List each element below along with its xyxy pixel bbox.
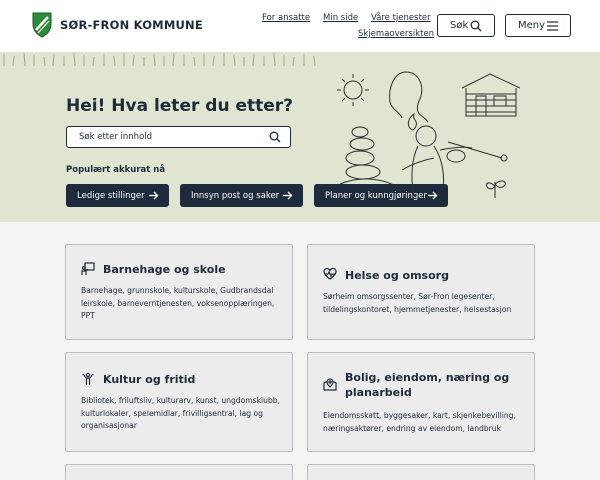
map-location-icon — [323, 378, 337, 391]
card-title: Bolig, eiendom, næring og planarbeid — [345, 371, 510, 399]
search-button-label: Søk — [450, 20, 469, 31]
hero-illustration — [337, 71, 520, 198]
category-card-helse[interactable]: Helse og omsorg Sørheim omsorgssenter, S… — [307, 244, 535, 340]
sun-icon — [337, 74, 369, 106]
flame-icon — [407, 112, 417, 131]
category-card-partial[interactable] — [65, 464, 293, 480]
logo-text: SØR-FRON KOMMUNE — [60, 18, 203, 32]
grass-decoration-icon — [3, 52, 316, 67]
card-description: Bibliotek, friluftsliv, kulturarv, kunst… — [81, 396, 281, 430]
card-title: Kultur og fritid — [103, 373, 196, 386]
quick-link-label: Innsyn post og saker — [191, 190, 280, 201]
hero-search-box[interactable] — [66, 126, 291, 148]
site-header: SØR-FRON KOMMUNE For ansatte Min side Vå… — [0, 0, 600, 52]
link-for-ansatte[interactable]: For ansatte — [262, 13, 310, 23]
search-button[interactable]: Søk — [437, 14, 495, 37]
category-card-barnehage[interactable]: Barnehage og skole Barnehage, grunnskole… — [65, 244, 293, 340]
cabin-icon — [461, 73, 520, 117]
link-vare-tjenester[interactable]: Våre tjenester — [371, 13, 431, 23]
violinist-icon — [401, 125, 508, 197]
link-min-side[interactable]: Min side — [323, 13, 358, 23]
card-description: Sørheim omsorgssenter, Sør-Fron legesent… — [323, 292, 512, 314]
hero-section: Hei! Hva leter du etter? Populært akkura… — [0, 52, 600, 222]
sprout-icon — [485, 180, 506, 198]
hamburger-icon — [547, 21, 558, 31]
card-description: Barnehage, grunnskole, kulturskole, Gudb… — [81, 286, 275, 320]
quick-link-ledige-stillinger[interactable]: Ledige stillinger — [66, 184, 169, 207]
link-skjemaoversikten[interactable]: Skjemaoversikten — [358, 29, 434, 39]
category-card-bolig[interactable]: Bolig, eiendom, næring og planarbeid Eie… — [307, 352, 535, 452]
hero-search-input[interactable] — [79, 130, 259, 144]
arrow-right-icon — [283, 191, 293, 200]
category-card-kultur[interactable]: Kultur og fritid Bibliotek, friluftsliv,… — [65, 352, 293, 452]
classroom-icon — [81, 262, 95, 275]
card-description: Eiendomsskatt, byggesaker, kart, skjenke… — [323, 411, 516, 433]
stone-stack-icon — [339, 126, 397, 187]
card-title: Helse og omsorg — [345, 269, 449, 282]
arrow-right-icon — [149, 191, 159, 200]
site-logo[interactable]: SØR-FRON KOMMUNE — [32, 12, 203, 38]
quick-link-label: Ledige stillinger — [77, 190, 145, 201]
card-title: Barnehage og skole — [103, 263, 226, 276]
menu-button[interactable]: Meny — [505, 14, 571, 37]
search-icon — [470, 20, 482, 32]
menu-button-label: Meny — [518, 20, 546, 31]
popular-heading: Populært akkurat nå — [66, 165, 166, 175]
person-celebrate-icon — [82, 372, 94, 385]
quick-link-innsyn-post[interactable]: Innsyn post og saker — [180, 184, 303, 207]
coat-of-arms-icon — [32, 12, 52, 38]
category-card-partial[interactable] — [307, 464, 535, 480]
hero-search-icon[interactable] — [269, 131, 281, 143]
heart-pulse-icon — [323, 267, 337, 280]
hero-title: Hei! Hva leter du etter? — [66, 96, 294, 116]
person-head-icon — [389, 71, 429, 123]
